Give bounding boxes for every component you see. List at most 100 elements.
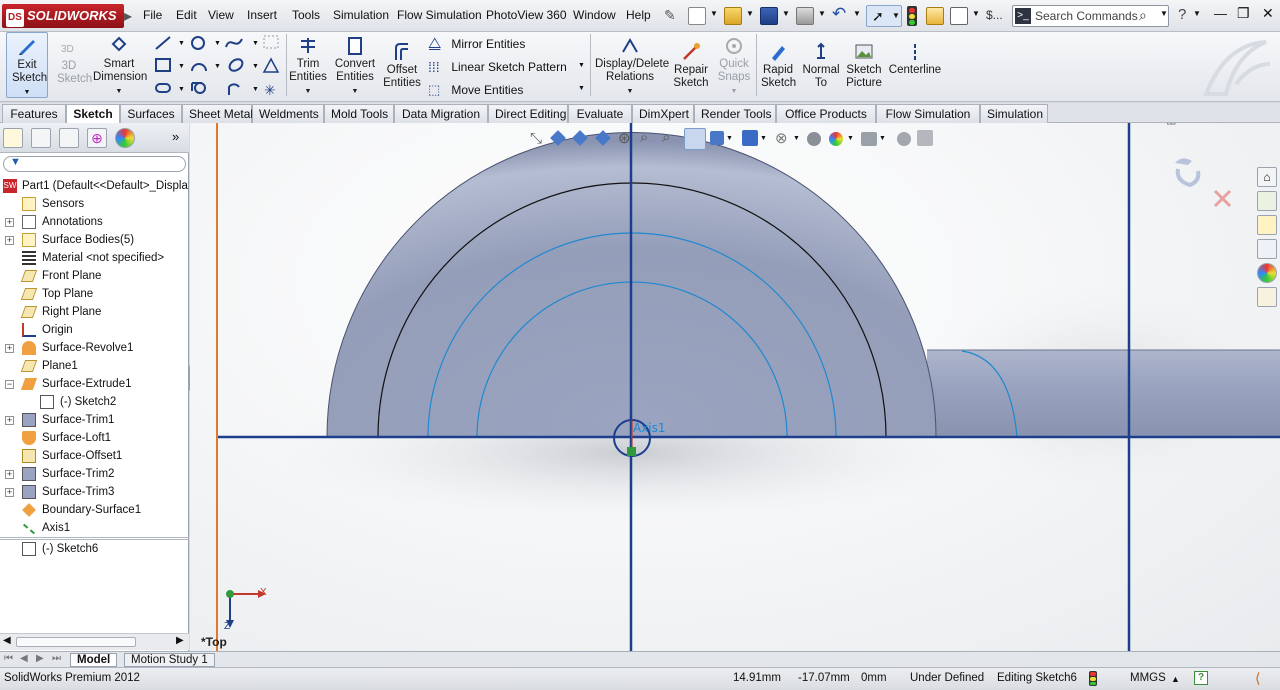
3d-sketch-button[interactable]: 3D 3D Sketch xyxy=(50,38,92,86)
rectangle-dropdown-icon[interactable]: ▼ xyxy=(178,63,185,70)
convert-entities-button[interactable]: Convert Entities ▼ xyxy=(332,36,378,98)
tab-office-products[interactable]: Office Products xyxy=(776,104,876,123)
feature-manager-tab-icon[interactable] xyxy=(3,128,23,148)
previous-view-icon[interactable]: ⊛ xyxy=(618,129,631,147)
display-delete-relations-button[interactable]: Display/Delete Relations ▼ xyxy=(594,36,669,98)
undo-dropdown-icon[interactable]: ▼ xyxy=(853,9,861,18)
normal-to-button[interactable]: Normal To xyxy=(800,42,842,90)
solidworks-logo[interactable]: DS SOLIDWORKS xyxy=(2,4,124,28)
linear-sketch-pattern-button[interactable]: ⁞⁞⁞ Linear Sketch Pattern xyxy=(428,59,567,77)
tab-features[interactable]: Features xyxy=(2,104,66,123)
rebuild-traffic-light-icon[interactable] xyxy=(907,6,917,26)
expand-panel-icon[interactable]: » xyxy=(172,129,179,144)
tree-root[interactable]: SW Part1 (Default<<Default>_Displa xyxy=(0,177,189,195)
mirror-entities-button[interactable]: ⧋ Mirror Entities xyxy=(428,36,525,54)
undo-icon[interactable]: ↶ xyxy=(832,4,846,24)
ellipse-dropdown-icon[interactable]: ▼ xyxy=(252,63,259,70)
tab-weldments[interactable]: Weldments xyxy=(252,104,324,123)
search-icon[interactable]: ⌕ xyxy=(1139,7,1147,24)
move-entities-dropdown-icon[interactable]: ▼ xyxy=(578,85,585,92)
help-dropdown-icon[interactable]: ▼ xyxy=(1193,9,1201,18)
menu-view[interactable]: View xyxy=(208,8,234,22)
prev-tab-icon[interactable]: ◀ xyxy=(20,653,28,664)
tree-item-origin[interactable]: Origin xyxy=(0,321,189,339)
view-cube-icon[interactable] xyxy=(572,130,588,146)
tab-flow-simulation[interactable]: Flow Simulation xyxy=(876,104,980,123)
overflow-icon[interactable]: $... xyxy=(986,8,1003,22)
expand-icon[interactable]: + xyxy=(5,236,14,245)
restore-icon[interactable]: ❐ xyxy=(1237,5,1250,22)
dimxpert-tab-icon[interactable]: ⊕ xyxy=(87,128,107,148)
render-tools-icon[interactable] xyxy=(897,132,911,146)
tree-item-sketch2[interactable]: (-) Sketch2 xyxy=(0,393,189,411)
pipe-extension[interactable] xyxy=(927,350,1280,437)
sketch-picture-button[interactable]: Sketch Picture xyxy=(842,42,886,90)
horizontal-scrollbar[interactable]: ◀ ▶ xyxy=(0,633,189,650)
centerline-button[interactable]: Centerline xyxy=(888,42,942,77)
menu-insert[interactable]: Insert xyxy=(247,8,277,22)
last-tab-icon[interactable]: ⏭ xyxy=(52,653,61,664)
options-dropdown-icon[interactable]: ▼ xyxy=(972,9,980,18)
tab-mold-tools[interactable]: Mold Tools xyxy=(324,104,394,123)
open-folder-icon[interactable] xyxy=(724,7,742,25)
tree-filter-input[interactable]: ▼ xyxy=(3,156,186,172)
scene-icon[interactable] xyxy=(829,132,843,146)
expand-icon[interactable]: + xyxy=(5,344,14,353)
new-document-icon[interactable] xyxy=(688,7,706,25)
tab-model[interactable]: Model xyxy=(70,653,118,667)
linear-pattern-dropdown-icon[interactable]: ▼ xyxy=(578,62,585,69)
expand-icon[interactable]: + xyxy=(5,416,14,425)
tree-item-boundary-surface1[interactable]: Boundary-Surface1 xyxy=(0,501,189,519)
expand-icon[interactable]: + xyxy=(5,488,14,497)
menu-simulation[interactable]: Simulation xyxy=(333,8,389,22)
menu-pin-icon[interactable]: ▸ xyxy=(124,6,132,26)
search-input[interactable]: Search Commands xyxy=(1035,9,1138,23)
tree-item-front-plane[interactable]: Front Plane xyxy=(0,267,189,285)
arc-dropdown-icon[interactable]: ▼ xyxy=(214,63,221,70)
smart-dimension-button[interactable]: Smart Dimension ▼ xyxy=(90,36,148,98)
tree-item-axis1[interactable]: Axis1 xyxy=(0,519,189,537)
tree-item-material-not-specified[interactable]: Material <not specified> xyxy=(0,249,189,267)
dynamic-annotation-icon[interactable] xyxy=(684,128,706,150)
menu-file[interactable]: File xyxy=(143,8,162,22)
configuration-manager-tab-icon[interactable] xyxy=(59,128,79,148)
tree-item-sensors[interactable]: Sensors xyxy=(0,195,189,213)
scene-dropdown-icon[interactable]: ▼ xyxy=(847,135,854,142)
tab-dimxpert[interactable]: DimXpert xyxy=(632,104,694,123)
zoom-area-icon[interactable]: ⌕ xyxy=(640,129,648,146)
menu-flow-simulation[interactable]: Flow Simulation xyxy=(397,8,482,22)
offset-entities-button[interactable]: Offset Entities xyxy=(380,42,424,90)
view-orientation-icon[interactable] xyxy=(710,131,724,145)
realview-icon[interactable] xyxy=(917,130,933,146)
tree-item-surface-revolve1[interactable]: + Surface-Revolve1 xyxy=(0,339,189,357)
units-up-icon[interactable]: ▲ xyxy=(1171,674,1180,684)
tab-motion-study[interactable]: Motion Study 1 xyxy=(124,653,215,667)
tree-item-surface-trim3[interactable]: + Surface-Trim3 xyxy=(0,483,189,501)
help-icon[interactable]: ? xyxy=(1178,6,1186,23)
doc-close-icon[interactable]: ✕ xyxy=(1253,123,1264,126)
display-style-icon[interactable] xyxy=(742,130,758,146)
line-dropdown-icon[interactable]: ▼ xyxy=(178,40,185,47)
tree-item-top-plane[interactable]: Top Plane xyxy=(0,285,189,303)
graphics-area[interactable]: Axis1 X Z *Top ⤡ ⊛ ⌕ ⌕ ▼ ▼ ⊗ ▼ ▼ ▼ ◫ — ❐… xyxy=(190,123,1280,651)
exit-sketch-button[interactable]: Exit Sketch ▼ xyxy=(6,32,48,98)
minimize-icon[interactable]: — xyxy=(1214,6,1227,21)
view-cube-icon[interactable] xyxy=(595,130,611,146)
select-tool[interactable]: ➚ ▼ xyxy=(866,5,902,27)
tab-render-tools[interactable]: Render Tools xyxy=(694,104,776,123)
zoom-to-fit-icon[interactable]: ⤡ xyxy=(530,130,542,147)
tree-item-surface-trim2[interactable]: + Surface-Trim2 xyxy=(0,465,189,483)
tile-icon[interactable]: ◫ xyxy=(1166,123,1176,126)
view-orientation-dropdown-icon[interactable]: ▼ xyxy=(726,135,733,142)
scroll-right-icon[interactable]: ▶ xyxy=(176,635,184,646)
menu-window[interactable]: Window xyxy=(573,8,616,22)
resize-grip-icon[interactable]: ⟨ xyxy=(1255,670,1260,687)
display-manager-tab-icon[interactable] xyxy=(115,128,135,148)
tree-item-surface-bodies-5[interactable]: + Surface Bodies(5) xyxy=(0,231,189,249)
print-icon[interactable] xyxy=(796,7,814,25)
save-dropdown-icon[interactable]: ▼ xyxy=(782,9,790,18)
tree-item-surface-loft1[interactable]: Surface-Loft1 xyxy=(0,429,189,447)
tab-simulation[interactable]: Simulation xyxy=(980,104,1048,123)
next-tab-icon[interactable]: ▶ xyxy=(36,653,44,664)
expand-icon[interactable]: + xyxy=(5,218,14,227)
